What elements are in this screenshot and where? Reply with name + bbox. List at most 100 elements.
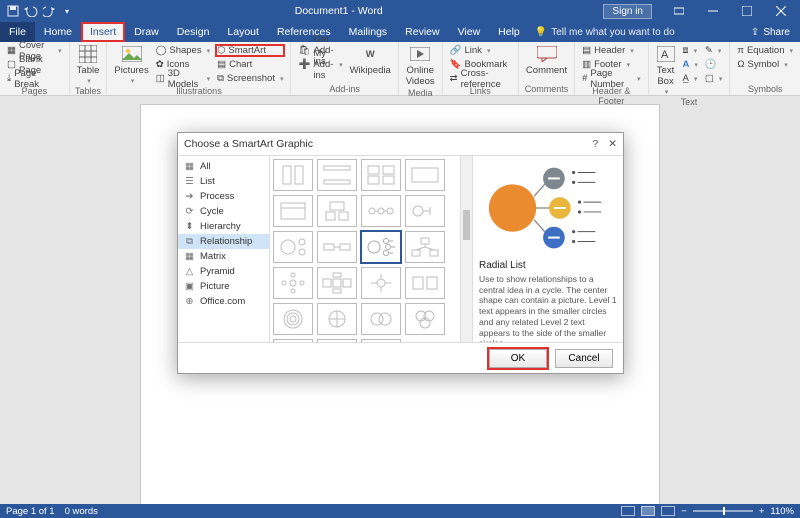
ribbon-display-icon[interactable]	[664, 0, 694, 22]
dropcap-icon: A̲	[683, 73, 689, 84]
screenshot-button[interactable]: ⧉Screenshot	[215, 72, 285, 85]
gallery-thumb[interactable]	[405, 231, 445, 263]
gallery-thumb[interactable]	[405, 303, 445, 335]
page-indicator[interactable]: Page 1 of 1	[6, 506, 55, 517]
header-button[interactable]: ▤Header	[580, 44, 642, 57]
share-icon: ⇪	[751, 27, 759, 38]
wikipedia-button[interactable]: WWikipedia	[348, 44, 393, 76]
tab-view[interactable]: View	[449, 22, 490, 42]
quickparts-button[interactable]: ⧈	[681, 44, 700, 57]
category-pyramid[interactable]: △Pyramid	[178, 264, 269, 279]
link-icon: 🔗	[450, 45, 462, 56]
category-matrix[interactable]: ▦Matrix	[178, 249, 269, 264]
gallery-thumb[interactable]	[361, 267, 401, 299]
help-icon[interactable]: ?	[592, 138, 598, 150]
gallery-thumb[interactable]	[273, 267, 313, 299]
category-process[interactable]: ➔Process	[178, 189, 269, 204]
dialog-titlebar[interactable]: Choose a SmartArt Graphic ? ✕	[178, 133, 623, 155]
datetime-button[interactable]: 🕒	[703, 58, 725, 71]
gallery-thumb[interactable]	[317, 339, 357, 342]
category-picture[interactable]: ▣Picture	[178, 279, 269, 294]
symbol-icon: Ω	[737, 59, 744, 70]
customize-qat-icon[interactable]: ▾	[60, 4, 74, 18]
sigline-button[interactable]: ✎	[703, 44, 725, 57]
smartart-button[interactable]: ⬡SmartArt	[215, 44, 285, 57]
gallery-thumb[interactable]	[317, 267, 357, 299]
minimize-icon[interactable]	[698, 0, 728, 22]
category-cycle[interactable]: ⟳Cycle	[178, 204, 269, 219]
gallery-thumb[interactable]	[405, 195, 445, 227]
category-relationship[interactable]: ⧉Relationship	[178, 234, 269, 249]
gallery-thumb[interactable]	[273, 339, 313, 342]
tab-mailings[interactable]: Mailings	[340, 22, 397, 42]
gallery-thumb[interactable]	[405, 267, 445, 299]
wordart-button[interactable]: A	[681, 58, 700, 71]
shapes-button[interactable]: ◯Shapes	[154, 44, 212, 57]
3d-models-button[interactable]: ◫3D Models	[154, 72, 212, 85]
close-icon[interactable]	[766, 0, 796, 22]
web-layout-icon[interactable]	[661, 506, 675, 516]
ok-button[interactable]: OK	[489, 349, 547, 368]
gallery-thumb[interactable]	[405, 159, 445, 191]
word-count[interactable]: 0 words	[65, 506, 98, 517]
page-break-icon: ⤓	[7, 73, 11, 84]
print-layout-icon[interactable]	[641, 506, 655, 516]
gallery-thumb[interactable]	[317, 159, 357, 191]
online-video-button[interactable]: Online Videos	[404, 44, 437, 87]
comment-button[interactable]: Comment	[524, 44, 569, 76]
gallery-thumb[interactable]	[273, 159, 313, 191]
equation-button[interactable]: πEquation	[735, 44, 795, 57]
gallery-thumb[interactable]	[273, 195, 313, 227]
page-break-button[interactable]: ⤓Page Break	[5, 72, 64, 85]
undo-icon[interactable]	[24, 4, 38, 18]
crossref-button[interactable]: ⇄Cross-reference	[448, 72, 513, 85]
maximize-icon[interactable]	[732, 0, 762, 22]
tell-me[interactable]: 💡 Tell me what you want to do	[529, 27, 675, 38]
textbox-button[interactable]: AText Box	[654, 44, 678, 96]
my-addins-button[interactable]: ➕My Add-ins	[296, 58, 344, 71]
object-button[interactable]: ▢	[703, 72, 725, 85]
link-button[interactable]: 🔗Link	[448, 44, 513, 57]
tab-design[interactable]: Design	[168, 22, 219, 42]
category-hierarchy[interactable]: ⬍Hierarchy	[178, 219, 269, 234]
gallery-thumb[interactable]	[317, 195, 357, 227]
redo-icon[interactable]	[42, 4, 56, 18]
tab-draw[interactable]: Draw	[125, 22, 168, 42]
titlebar: ▾ Document1 - Word Sign in	[0, 0, 800, 22]
gallery-thumb[interactable]	[273, 303, 313, 335]
gallery-thumb[interactable]	[273, 231, 313, 263]
zoom-slider[interactable]	[693, 510, 753, 512]
quickparts-icon: ⧈	[683, 45, 689, 56]
tab-review[interactable]: Review	[396, 22, 448, 42]
dropcap-button[interactable]: A̲	[681, 72, 700, 85]
tab-help[interactable]: Help	[489, 22, 529, 42]
gallery-thumb[interactable]	[361, 303, 401, 335]
read-mode-icon[interactable]	[621, 506, 635, 516]
signin-button[interactable]: Sign in	[603, 4, 652, 19]
category-office[interactable]: ⊕Office.com	[178, 294, 269, 309]
gallery-thumb[interactable]	[361, 195, 401, 227]
pagenum-button[interactable]: #Page Number	[580, 72, 642, 85]
zoom-in-icon[interactable]: +	[759, 506, 765, 517]
gallery-thumb[interactable]	[317, 231, 357, 263]
group-headerfooter: ▤Header ▥Footer #Page Number Header & Fo…	[575, 42, 648, 95]
zoom-level[interactable]: 110%	[770, 506, 794, 517]
symbol-button[interactable]: ΩSymbol	[735, 58, 795, 71]
gallery-thumb[interactable]	[361, 339, 401, 342]
close-icon[interactable]: ✕	[608, 138, 617, 150]
share-button[interactable]: ⇪ Share	[751, 27, 800, 38]
gallery-thumb[interactable]	[317, 303, 357, 335]
tab-layout[interactable]: Layout	[218, 22, 268, 42]
category-list[interactable]: ☰List	[178, 174, 269, 189]
zoom-out-icon[interactable]: −	[681, 506, 687, 517]
cancel-button[interactable]: Cancel	[555, 349, 613, 368]
gallery-thumb[interactable]	[361, 159, 401, 191]
gallery-scrollbar[interactable]	[460, 156, 472, 342]
category-all[interactable]: ▦All	[178, 159, 269, 174]
save-icon[interactable]	[6, 4, 20, 18]
tab-insert[interactable]: Insert	[81, 22, 125, 42]
pictures-button[interactable]: Pictures	[112, 44, 150, 85]
chart-button[interactable]: ▤Chart	[215, 58, 285, 71]
gallery-thumb-selected[interactable]	[361, 231, 401, 263]
table-button[interactable]: Table	[75, 44, 102, 85]
